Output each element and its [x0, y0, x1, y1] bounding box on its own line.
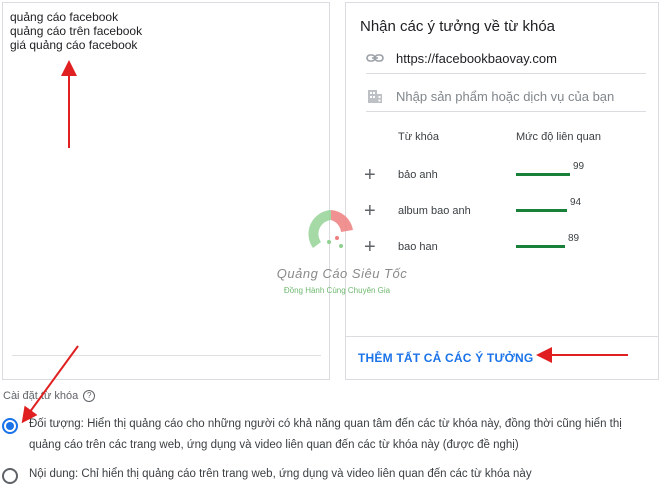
panel-divider [12, 355, 321, 356]
suggestion-row: + bảo anh 99 [364, 161, 644, 189]
audience-radio[interactable] [2, 418, 18, 434]
building-icon [366, 87, 384, 105]
url-value: https://facebookbaovay.com [396, 51, 557, 66]
ideas-title: Nhận các ý tưởng về từ khóa [360, 18, 556, 35]
suggestion-keyword: bảo anh [398, 169, 438, 181]
url-input[interactable]: https://facebookbaovay.com [366, 41, 646, 74]
keyword-settings-label: Cài đặt từ khóa? [3, 390, 96, 403]
watermark-logo-icon [308, 210, 353, 248]
relevance-value: 99 [573, 161, 585, 172]
relevance-bar [516, 245, 565, 248]
add-keyword-icon[interactable]: + [364, 165, 376, 185]
audience-option-label[interactable]: Đối tượng: Hiển thị quảng cáo cho những … [29, 414, 644, 456]
panel-divider [346, 336, 658, 337]
product-placeholder: Nhập sản phẩm hoặc dịch vụ của bạn [396, 89, 615, 104]
keywords-panel: quảng cáo facebook quảng cáo trên facebo… [2, 2, 330, 380]
relevance-bar [516, 209, 567, 212]
link-icon [366, 49, 384, 67]
content-radio[interactable] [2, 468, 18, 484]
add-all-ideas-button[interactable]: THÊM TẤT CẢ CÁC Ý TƯỞNG [358, 351, 533, 365]
help-icon[interactable]: ? [83, 390, 96, 403]
watermark: Quảng Cáo Siêu Tốc Đồng Hành Cùng Chuyên… [255, 204, 435, 304]
product-input[interactable]: Nhập sản phẩm hoặc dịch vụ của bạn [366, 79, 646, 112]
column-header-relevance: Mức độ liên quan [516, 131, 602, 143]
relevance-value: 94 [570, 197, 582, 208]
keyword-ideas-panel: Nhận các ý tưởng về từ khóa https://face… [345, 2, 659, 380]
keywords-textarea[interactable]: quảng cáo facebook quảng cáo trên facebo… [10, 10, 142, 52]
watermark-slogan: Đồng Hành Cùng Chuyên Gia [283, 286, 391, 295]
keyword-settings-text: Cài đặt từ khóa [3, 390, 79, 402]
content-option-label[interactable]: Nội dung: Chỉ hiển thị quảng cáo trên tr… [29, 464, 644, 485]
relevance-bar [516, 173, 570, 176]
column-header-keyword: Từ khóa [398, 131, 439, 143]
relevance-value: 89 [568, 233, 580, 244]
watermark-name: Quảng Cáo Siêu Tốc [276, 266, 408, 281]
